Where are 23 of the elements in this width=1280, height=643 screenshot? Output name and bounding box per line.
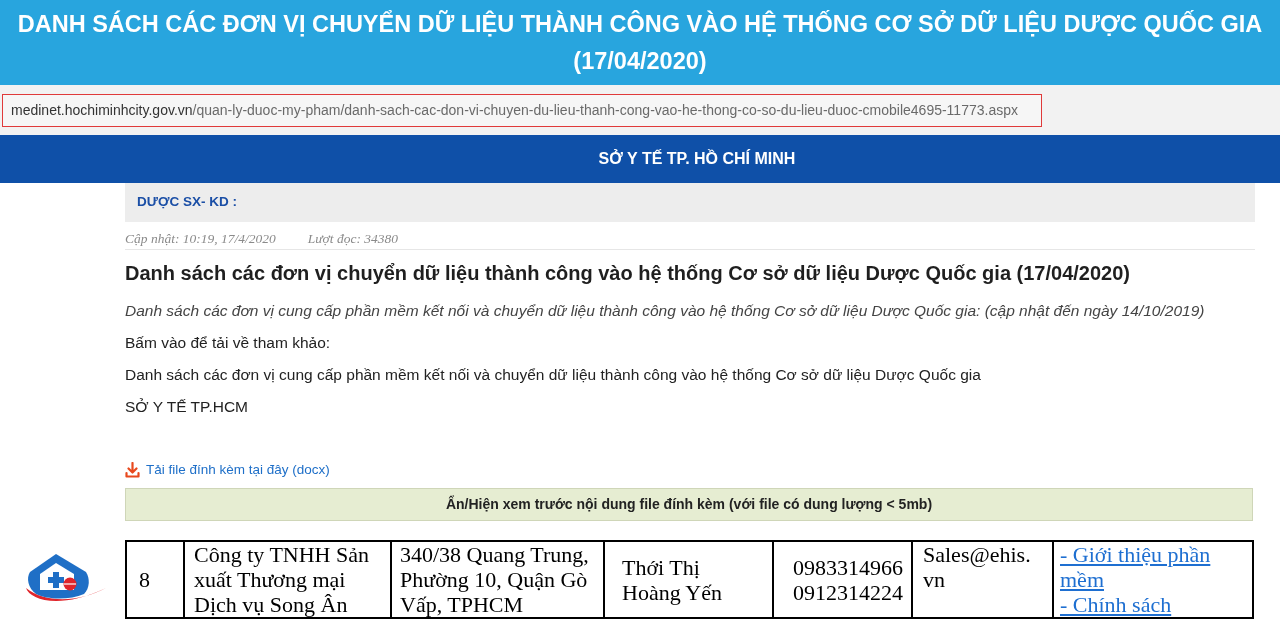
table-cell: Thới Thị Hoàng Yến [604, 541, 773, 618]
banner-title: DANH SÁCH CÁC ĐƠN VỊ CHUYỂN DỮ LIỆU THÀNH CÔNG VÀO HỆ THỐNG CƠ SỞ DỮ LIỆU DƯỢC QUỐC GIA (17/04/2020) [16, 9, 1264, 76]
download-icon [125, 462, 140, 478]
article-note: Danh sách các đơn vị cung cấp phần mềm kết nối và chuyển dữ liệu thành công vào hệ thống Cơ sở dữ liệu Dược Quốc gia: (cập nhật đến ngày 14/10/2019) [125, 301, 1206, 321]
article-paragraph: Danh sách các đơn vị cung cấp phần mềm kết nối và chuyển dữ liệu thành công vào hệ thống Cơ sở dữ liệu Dược Quốc gia [125, 365, 982, 385]
updated-time: Cập nhật: 10:19, 17/4/2020 [125, 230, 276, 247]
phone-number: 0912314224 [792, 579, 903, 605]
table-cell: Sales@ehis.vn [912, 541, 1053, 618]
table-cell: Công ty TNHH Sản xuất Thương mại Dịch vụ Song Ân [184, 541, 391, 618]
table-link[interactable]: - Giới thiệu phần mềm [1060, 542, 1242, 592]
url-field[interactable]: medinet.hochiminhcity.gov.vn/quan-ly-duoc-my-pham/danh-sach-cac-don-vi-chuyen-du-lieu-thanh-cong-vao-he-thong-co-so-du-lieu-duoc-cmobile4695-11773.aspx [2, 94, 1042, 127]
category-label[interactable]: DƯỢC SX- KD : [137, 192, 237, 213]
table-link[interactable]: - Chính sách [1060, 592, 1172, 617]
article-paragraph: SỞ Y TẾ TP.HCM [125, 397, 249, 417]
article-paragraph: Bấm vào để tải về tham khảo: [125, 333, 332, 353]
site-header-title: SỞ Y TẾ TP. HỒ CHÍ MINH [598, 148, 796, 169]
article-title: Danh sách các đơn vị chuyển dữ liệu thành công vào hệ thống Cơ sở dữ liệu Dược Quốc gia (17/04/2020) [125, 261, 1131, 285]
table-cell: 8 [126, 541, 184, 618]
table-cell: 340/38 Quang Trung, Phường 10, Quận Gò Vấp, TPHCM [391, 541, 604, 618]
download-link[interactable]: Tải file đính kèm tại đây (docx) [125, 461, 330, 479]
view-count: Lượt đọc: 34380 [307, 230, 399, 247]
preview-toggle-button[interactable]: Ẩn/Hiện xem trước nội dung file đính kèm (với file có dung lượng < 5mb) [125, 488, 1253, 521]
phone-number: 0983314966 [792, 554, 903, 580]
